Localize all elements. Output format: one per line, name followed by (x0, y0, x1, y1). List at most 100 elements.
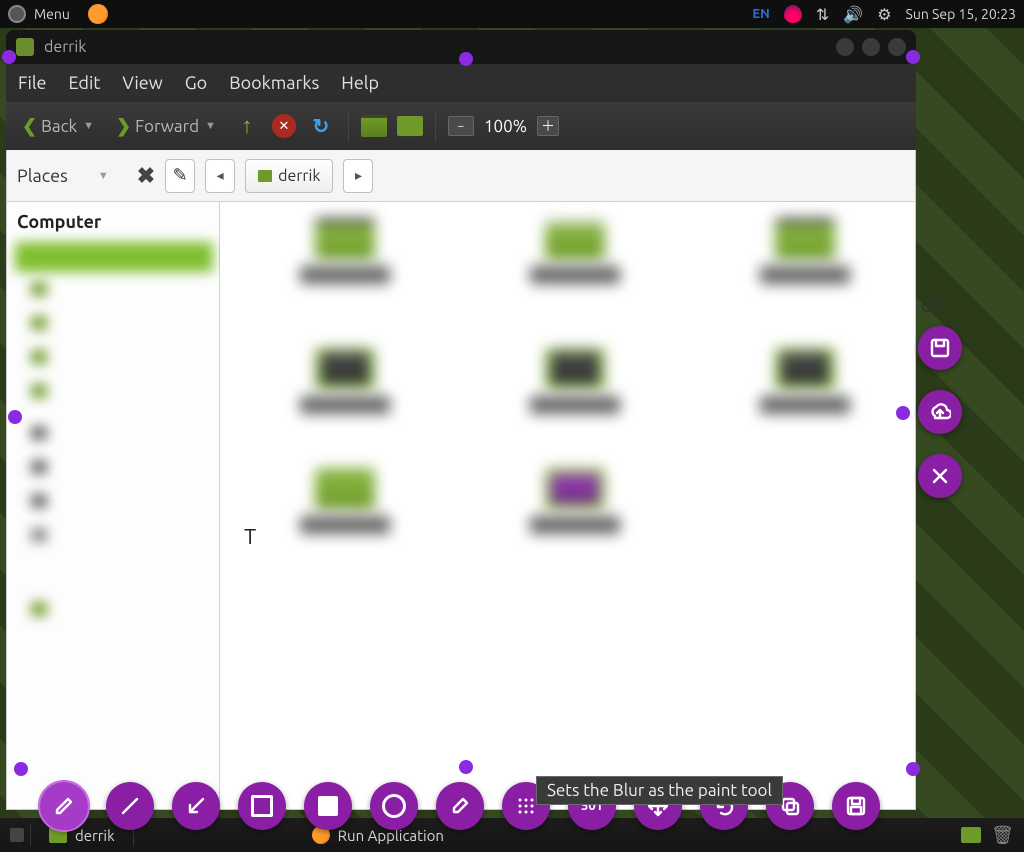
cloud-upload-icon (929, 401, 951, 423)
menu-bookmarks[interactable]: Bookmarks (229, 73, 319, 93)
close-sidebar-icon[interactable]: ✖ (137, 163, 155, 189)
forward-label: Forward (135, 117, 199, 136)
folder-view[interactable]: ds T (220, 202, 915, 809)
tool-save[interactable] (832, 782, 880, 830)
home-button[interactable] (361, 115, 387, 137)
computer-button[interactable] (397, 116, 423, 136)
arrow-icon (185, 795, 207, 817)
zoom-out-button[interactable]: − (448, 116, 474, 136)
folder-icon[interactable] (315, 218, 375, 260)
save-local-button[interactable] (918, 326, 962, 370)
forward-button[interactable]: ❯ Forward ▼ (110, 113, 222, 140)
selection-handle[interactable] (2, 50, 16, 64)
clock[interactable]: Sun Sep 15, 20:23 (906, 6, 1016, 22)
folder-icon[interactable] (545, 218, 605, 260)
selection-handle[interactable] (459, 760, 473, 774)
menu-view[interactable]: View (122, 73, 162, 93)
places-sidebar-selector[interactable]: Places (17, 166, 68, 186)
volume-icon[interactable]: 🔊 (843, 5, 863, 24)
menu-file[interactable]: File (18, 73, 47, 93)
settings-gear-icon[interactable]: ⚙ (877, 5, 891, 24)
window-app-icon (16, 38, 34, 56)
forward-dropdown-icon[interactable]: ▼ (205, 120, 216, 132)
path-segment-home[interactable]: derrik (245, 159, 333, 193)
back-dropdown-icon[interactable]: ▼ (83, 120, 94, 132)
places-sidebar[interactable]: Computer (7, 202, 220, 809)
zoom-level: 100% (484, 117, 527, 136)
keyboard-layout-indicator[interactable]: EN (752, 7, 769, 21)
partial-folder-label: T (244, 524, 256, 549)
selection-handle[interactable] (14, 762, 28, 776)
back-label: Back (41, 117, 77, 136)
folder-icon[interactable] (545, 468, 605, 510)
file-manager-window: derrik File Edit View Go Bookmarks Help … (6, 30, 916, 810)
firefox-launcher-icon[interactable] (88, 4, 108, 24)
screenshot-indicator-icon[interactable] (784, 5, 802, 23)
tool-arrow[interactable] (172, 782, 220, 830)
folder-label (760, 266, 850, 284)
tray-icon[interactable] (961, 827, 981, 843)
toolbar-sep (348, 111, 349, 141)
save-icon (929, 337, 951, 359)
sidebar-section-computer: Computer (17, 212, 209, 232)
path-nav-right[interactable]: ▸ (343, 159, 373, 193)
blur-grid-icon (515, 795, 537, 817)
zoom-in-button[interactable]: ＋ (537, 116, 559, 136)
square-fill-icon (318, 796, 338, 816)
show-desktop-button[interactable] (10, 828, 24, 842)
tool-rect-outline[interactable] (238, 782, 286, 830)
upload-button[interactable] (918, 390, 962, 434)
chevron-right-icon: ❯ (116, 116, 131, 137)
selection-handle[interactable] (459, 52, 473, 66)
selection-handle[interactable] (906, 762, 920, 776)
close-icon (929, 465, 951, 487)
path-segment-label: derrik (278, 167, 320, 185)
folder-icon[interactable] (315, 468, 375, 510)
sidebar-selected-row[interactable] (15, 242, 213, 272)
chevron-left-icon: ❮ (22, 116, 37, 137)
location-bar: Places ▼ ✖ ✎ ◂ derrik ▸ (7, 150, 915, 202)
toolbar: ❮ Back ▼ ❯ Forward ▼ ↑ ✕ ↻ − 100% ＋ (6, 102, 916, 150)
stop-button[interactable]: ✕ (272, 114, 296, 138)
edit-path-button[interactable]: ✎ (165, 159, 195, 193)
network-icon[interactable]: ⇅ (816, 5, 829, 24)
selection-handle[interactable] (896, 406, 910, 420)
window-title: derrik (44, 38, 86, 56)
window-minimize-button[interactable] (836, 38, 854, 56)
cancel-capture-button[interactable] (918, 454, 962, 498)
folder-icon[interactable] (545, 348, 605, 390)
tool-ellipse[interactable] (370, 782, 418, 830)
menu-edit[interactable]: Edit (69, 73, 101, 93)
fm-client-area: Places ▼ ✖ ✎ ◂ derrik ▸ Computer (6, 150, 916, 810)
highlighter-icon (449, 795, 471, 817)
folder-icon[interactable] (775, 218, 835, 260)
folder-label (300, 396, 390, 414)
folder-icon[interactable] (315, 348, 375, 390)
pencil-icon (53, 795, 75, 817)
menu-help[interactable]: Help (341, 73, 379, 93)
window-maximize-button[interactable] (862, 38, 880, 56)
back-button[interactable]: ❮ Back ▼ (16, 113, 100, 140)
tool-marker[interactable] (436, 782, 484, 830)
tool-rect-fill[interactable] (304, 782, 352, 830)
line-icon (119, 795, 141, 817)
tool-freehand[interactable] (40, 782, 88, 830)
menu-button[interactable]: Menu (34, 6, 70, 22)
folder-icon[interactable] (775, 348, 835, 390)
selection-handle[interactable] (8, 410, 22, 424)
trash-icon[interactable]: 🗑 (991, 825, 1014, 846)
partial-folder-label: ds (921, 292, 943, 317)
selection-handle[interactable] (906, 50, 920, 64)
window-close-button[interactable] (888, 38, 906, 56)
tool-line[interactable] (106, 782, 154, 830)
up-button[interactable]: ↑ (232, 113, 262, 139)
places-dropdown-icon[interactable]: ▼ (98, 170, 109, 182)
folder-label (530, 396, 620, 414)
toolbar-sep (435, 111, 436, 141)
path-nav-left[interactable]: ◂ (205, 159, 235, 193)
menu-bar: File Edit View Go Bookmarks Help (6, 64, 916, 102)
reload-button[interactable]: ↻ (306, 113, 336, 139)
square-outline-icon (251, 795, 273, 817)
menu-go[interactable]: Go (185, 73, 207, 93)
folder-label (530, 266, 620, 284)
